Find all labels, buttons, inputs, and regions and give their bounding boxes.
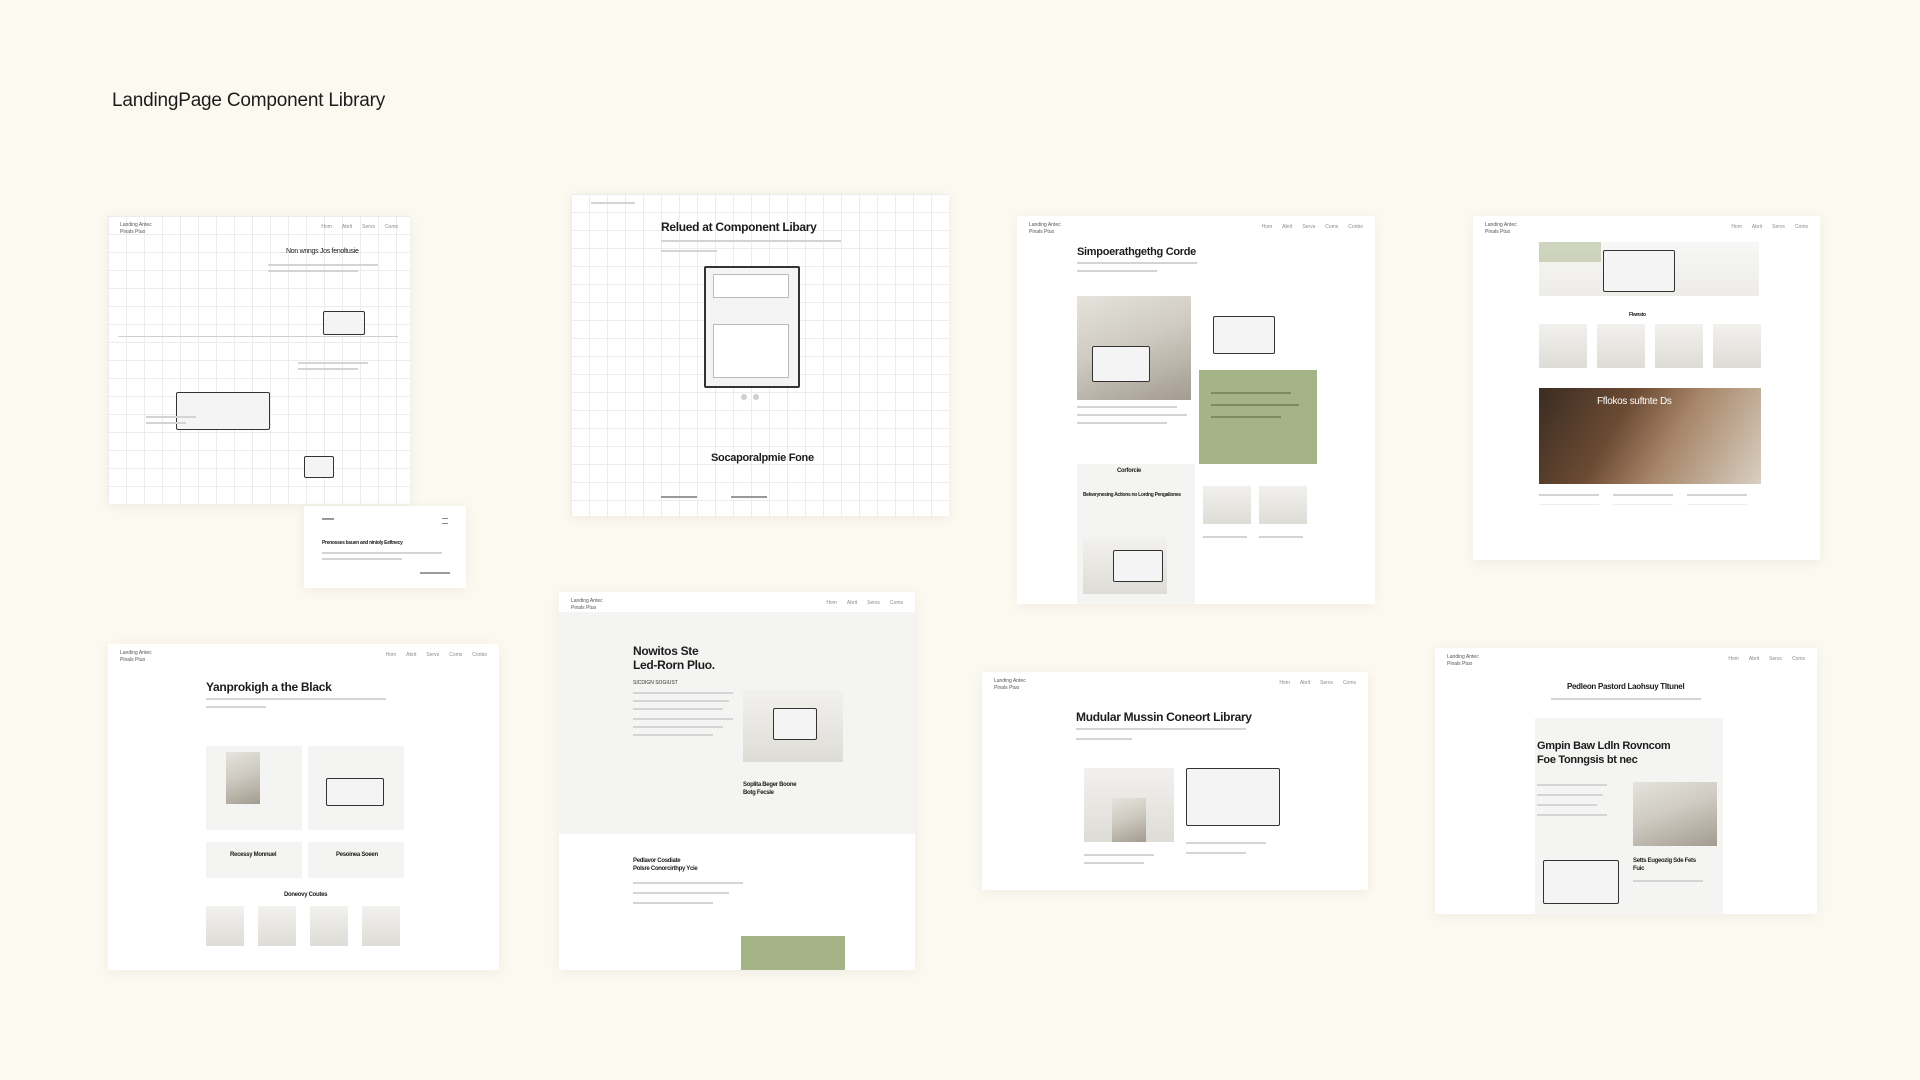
nav-item: Coms	[1342, 680, 1356, 686]
nav-item: Servs	[1769, 656, 1782, 662]
nav-item: Servs	[362, 224, 375, 230]
template-card-4[interactable]: Landing Antec Pinals Ptuo Hom Abrit Servs Co…	[1473, 216, 1820, 560]
nav-item: Coms	[1325, 224, 1339, 230]
nav-item: Abrit	[406, 652, 417, 658]
card-heading: Yanprokigh a the Black	[206, 680, 332, 694]
card-nav: Hom Abrit Servs Coms	[1279, 680, 1356, 686]
laptop-mockup	[176, 392, 270, 430]
brand-logo: Landing Antec Pinals Ptuo	[1447, 654, 1479, 667]
section-label: Corforcie	[1117, 468, 1141, 474]
card-nav: Hom Abrit Servs Coms Conbo	[386, 652, 487, 658]
card-heading: Non wnngs Jos fenoltusie	[286, 248, 359, 255]
template-card-6[interactable]: Landing Antec Pinals Ptuo Hom Abrit Servs Co…	[559, 592, 915, 970]
card-heading: Simpoerathgethg Corde	[1077, 246, 1196, 258]
nav-item: Abrit	[1748, 656, 1760, 662]
device-mockup	[323, 311, 365, 335]
section-heading: Polsre Conorcirthpy Ycie	[633, 866, 698, 872]
nav-item: Abrit	[1751, 224, 1763, 230]
nav-item: Coms	[449, 652, 463, 658]
section-heading: Doneovy Coutes	[284, 892, 328, 898]
template-card-3[interactable]: Landing Antec Pinals Ptuo Hom Abrit Servs Co…	[1017, 216, 1375, 604]
subheading: Soplita Beger Boone	[743, 782, 797, 788]
section-label: SICDIGN SOGIUST	[633, 680, 678, 686]
nav-item: Servs	[1772, 224, 1785, 230]
nav-item: Servs	[1302, 224, 1316, 230]
nav-item: Servs	[867, 600, 880, 606]
card-subheading: Socaporalpmie Fone	[711, 452, 814, 464]
nav-item: Servs	[1320, 680, 1333, 686]
card-heading: Prenosses bsuen and ninioly Eeftnecy	[322, 540, 403, 546]
nav-item: Coms	[1794, 224, 1808, 230]
nav-item: Conbo	[472, 652, 487, 658]
template-card-wireframe-2[interactable]: Relued at Component Libary Socaporalpmie…	[571, 194, 949, 516]
brand-logo: Landing Antec Pinals Ptuo	[1485, 222, 1517, 235]
product-photo	[1633, 782, 1717, 846]
nav-item: Abrit	[1299, 680, 1311, 686]
brand-logo: Landing Antec Pinals Ptuo	[1029, 222, 1061, 235]
card-heading: Mudular Mussin Coneort Library	[1076, 710, 1252, 724]
subheading: Botg Fecsle	[743, 790, 774, 796]
nav-item: Coms	[1791, 656, 1805, 662]
brand-logo: Landing Antec Pinals Ptuo	[994, 678, 1026, 691]
page-title: LandingPage Component Library	[112, 90, 386, 111]
card-nav: Hom Abrit Servs Coms	[1728, 656, 1805, 662]
card-nav: Hom Abrit Servs Coms	[826, 600, 903, 606]
card-nav: Hom Abrit Servs Coms Conbo	[1262, 224, 1363, 230]
nav-item: Hom	[1279, 680, 1290, 686]
card-heading: Led-Rorn Pluo.	[633, 658, 715, 672]
card-heading: Pedleon Pastord Laohsuy Tltunel	[1567, 682, 1685, 691]
menu-icon[interactable]	[442, 518, 448, 524]
promo-block	[741, 936, 845, 970]
template-card-5[interactable]: Landing Antec Pinals Ptuo Hom Abrit Servs Co…	[108, 644, 499, 970]
nav-item: Hom	[1731, 224, 1742, 230]
nav-item: Coms	[384, 224, 398, 230]
brand-logo: Landing Antec Pinals Ptuo	[571, 598, 603, 611]
template-card-7[interactable]: Landing Antec Pinals Ptuo Hom Abrit Servs Co…	[982, 672, 1368, 890]
card-nav: Hom Abrit Servs Coms	[321, 224, 398, 230]
device-mockup	[304, 456, 334, 478]
brand-logo: Landing Antec Pinals Ptuo	[120, 222, 152, 235]
subheading: Foe Tonngsis bt nec	[1537, 754, 1638, 766]
device-mockup	[1213, 316, 1275, 354]
nav-item: Abrit	[341, 224, 353, 230]
nav-item: Hom	[321, 224, 332, 230]
feature-card-title: Pesoinea Soeen	[336, 852, 378, 858]
laptop-mockup	[1186, 768, 1280, 826]
overlay-heading: Fflokos suftnte Ds	[1597, 396, 1672, 407]
subheading: Gmpin Baw Ldln Rovncom	[1537, 740, 1671, 752]
nav-item: Abrit	[1282, 224, 1293, 230]
laptop-mockup	[1543, 860, 1619, 904]
feature-heading: Bekwrynesing Actions no Lordng Pengalion…	[1083, 492, 1181, 498]
nav-item: Hom	[1728, 656, 1739, 662]
template-card-wireframe-1[interactable]: Landing Antec Pinals Ptuo Hom Abrit Servs Co…	[108, 216, 410, 504]
feature-card-title: Recessy Monnuel	[230, 852, 277, 858]
nav-item: Conbo	[1348, 224, 1363, 230]
template-card-notice[interactable]: Prenosses bsuen and ninioly Eeftnecy	[304, 506, 466, 588]
caption: Fuic	[1633, 866, 1645, 872]
nav-item: Hom	[385, 652, 397, 658]
nav-item: Hom	[826, 600, 837, 606]
card-heading: Relued at Component Libary	[661, 220, 817, 234]
caption: Setts Eugeozig Sde Fets	[1633, 858, 1696, 864]
nav-item: Abrit	[846, 600, 858, 606]
card-heading: Nowitos Ste	[633, 644, 699, 658]
section-heading: Pedlavor Cosdiate	[633, 858, 681, 864]
template-card-8[interactable]: Landing Antec Pinals Ptuo Hom Abrit Servs Co…	[1435, 648, 1817, 914]
card-nav: Hom Abrit Servs Coms	[1731, 224, 1808, 230]
nav-item: Hom	[1261, 224, 1273, 230]
nav-item: Servs	[426, 652, 440, 658]
nav-item: Coms	[889, 600, 903, 606]
section-label: Flwnsto	[1629, 312, 1646, 318]
brand-logo: Landing Antec Pinals Ptuo	[120, 650, 152, 663]
